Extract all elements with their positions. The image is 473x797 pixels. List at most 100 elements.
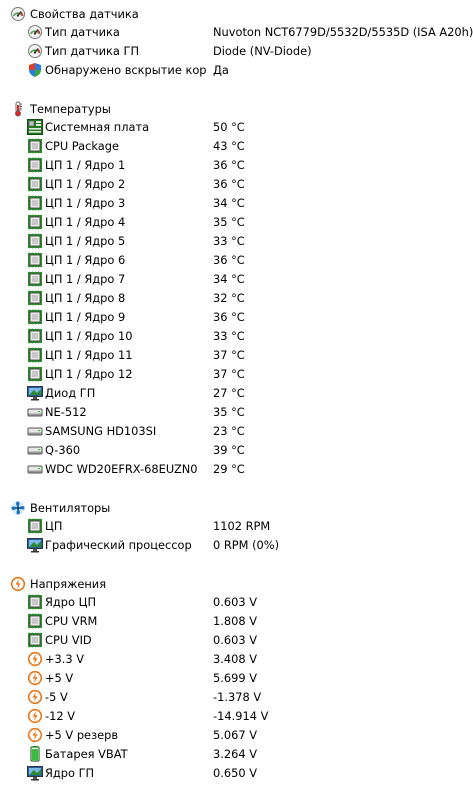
sensor-row[interactable]: ЦП 1 / Ядро 1 36 °C xyxy=(0,156,473,175)
sensor-name: ЦП 1 / Ядро 7 xyxy=(45,272,126,286)
sensor-value: 36 °C xyxy=(213,158,245,172)
sensor-name: ЦП 1 / Ядро 2 xyxy=(45,177,126,191)
sensor-row[interactable]: Графический процессор 0 RPM (0%) xyxy=(0,536,473,555)
sensor-value: 33 °C xyxy=(213,329,245,343)
group-header[interactable]: Свойства датчика xyxy=(0,4,473,23)
chip-icon xyxy=(27,290,43,306)
group-header[interactable]: Вентиляторы xyxy=(0,498,473,517)
sensor-value: 37 °C xyxy=(213,367,245,381)
sensor-row[interactable]: ЦП 1102 RPM xyxy=(0,517,473,536)
gauge-icon xyxy=(10,6,26,22)
sensor-value: 0.603 V xyxy=(213,633,258,647)
sensor-row[interactable]: Батарея VBAT 3.264 V xyxy=(0,745,473,764)
gauge-icon xyxy=(27,24,43,40)
sensor-row[interactable]: +5 V 5.699 V xyxy=(0,669,473,688)
voltage-icon xyxy=(27,708,43,724)
sensor-value: 32 °C xyxy=(213,291,245,305)
chip-icon xyxy=(27,176,43,192)
sensor-row[interactable]: CPU Package 43 °C xyxy=(0,137,473,156)
chip-icon xyxy=(27,328,43,344)
drive-icon xyxy=(27,461,43,477)
shield-icon xyxy=(27,62,43,78)
sensor-row[interactable]: -12 V -14.914 V xyxy=(0,707,473,726)
thermometer-icon xyxy=(10,101,26,117)
voltage-icon xyxy=(27,670,43,686)
sensor-value: 33 °C xyxy=(213,234,245,248)
sensor-row[interactable]: WDC WD20EFRX-68EUZN0 29 °C xyxy=(0,460,473,479)
monitor-icon xyxy=(27,385,43,401)
sensor-name: Обнаружено вскрытие кор... xyxy=(45,63,207,77)
sensor-row[interactable]: NE-512 35 °C xyxy=(0,403,473,422)
sensor-row[interactable]: +3.3 V 3.408 V xyxy=(0,650,473,669)
sensor-row[interactable]: ЦП 1 / Ядро 9 36 °C xyxy=(0,308,473,327)
sensor-row[interactable]: ЦП 1 / Ядро 12 37 °C xyxy=(0,365,473,384)
sensor-value: 3.264 V xyxy=(213,747,258,761)
group-header[interactable]: Напряжения xyxy=(0,574,473,593)
sensor-row[interactable]: CPU VRM 1.808 V xyxy=(0,612,473,631)
sensor-row[interactable]: Системная плата 50 °C xyxy=(0,118,473,137)
sensor-row[interactable]: ЦП 1 / Ядро 7 34 °C xyxy=(0,270,473,289)
sensor-value: 37 °C xyxy=(213,348,245,362)
monitor-icon xyxy=(27,537,43,553)
sensor-value: 34 °C xyxy=(213,196,245,210)
sensor-row[interactable]: ЦП 1 / Ядро 2 36 °C xyxy=(0,175,473,194)
chip-icon xyxy=(27,366,43,382)
drive-icon xyxy=(27,442,43,458)
sensor-row[interactable]: ЦП 1 / Ядро 10 33 °C xyxy=(0,327,473,346)
voltage-icon xyxy=(27,651,43,667)
sensor-row[interactable]: +5 V резерв 5.067 V xyxy=(0,726,473,745)
sensor-name: CPU Package xyxy=(45,139,119,153)
sensor-value: 1102 RPM xyxy=(213,519,271,533)
sensor-name: ЦП xyxy=(45,519,63,533)
sensor-name: Тип датчика xyxy=(45,25,120,39)
sensor-value: 0.603 V xyxy=(213,595,258,609)
sensor-row[interactable]: Тип датчика Nuvoton NCT6779D/5532D/5535D … xyxy=(0,23,473,42)
sensor-value: 35 °C xyxy=(213,405,245,419)
sensor-row[interactable]: ЦП 1 / Ядро 4 35 °C xyxy=(0,213,473,232)
sensor-value: -1.378 V xyxy=(213,690,262,704)
sensor-row[interactable]: Обнаружено вскрытие кор... Да xyxy=(0,61,473,80)
sensor-row[interactable]: Тип датчика ГП Diode (NV-Diode) xyxy=(0,42,473,61)
sensor-name: WDC WD20EFRX-68EUZN0 xyxy=(45,462,198,476)
sensor-name: SAMSUNG HD103SI xyxy=(45,424,157,438)
motherboard-icon xyxy=(27,119,43,135)
sensor-row[interactable]: Ядро ЦП 0.603 V xyxy=(0,593,473,612)
sensor-name: Диод ГП xyxy=(45,386,96,400)
sensor-name: ЦП 1 / Ядро 3 xyxy=(45,196,126,210)
sensor-name: Системная плата xyxy=(45,120,150,134)
sensor-value: 34 °C xyxy=(213,272,245,286)
sensor-name: ЦП 1 / Ядро 11 xyxy=(45,348,133,362)
sensor-row[interactable]: ЦП 1 / Ядро 6 36 °C xyxy=(0,251,473,270)
chip-icon xyxy=(27,214,43,230)
sensor-row[interactable]: ЦП 1 / Ядро 11 37 °C xyxy=(0,346,473,365)
sensor-name: -5 V xyxy=(45,690,68,704)
sensor-value: 43 °C xyxy=(213,139,245,153)
sensor-value: 36 °C xyxy=(213,177,245,191)
sensor-row[interactable]: Ядро ГП 0.650 V xyxy=(0,764,473,783)
sensor-name: Ядро ЦП xyxy=(45,595,97,609)
sensor-row[interactable]: ЦП 1 / Ядро 3 34 °C xyxy=(0,194,473,213)
sensor-row[interactable]: ЦП 1 / Ядро 8 32 °C xyxy=(0,289,473,308)
monitor-icon xyxy=(27,765,43,781)
group-title: Свойства датчика xyxy=(30,7,139,21)
gauge-icon xyxy=(27,43,43,59)
sensor-row[interactable]: Q-360 39 °C xyxy=(0,441,473,460)
chip-icon xyxy=(27,195,43,211)
sensor-row[interactable]: CPU VID 0.603 V xyxy=(0,631,473,650)
sensor-name: ЦП 1 / Ядро 6 xyxy=(45,253,126,267)
sensor-row[interactable]: ЦП 1 / Ядро 5 33 °C xyxy=(0,232,473,251)
sensor-row[interactable]: Диод ГП 27 °C xyxy=(0,384,473,403)
group-header[interactable]: Температуры xyxy=(0,99,473,118)
chip-icon xyxy=(27,613,43,629)
sensor-name: CPU VRM xyxy=(45,614,98,628)
chip-icon xyxy=(27,138,43,154)
sensor-row[interactable]: SAMSUNG HD103SI 23 °C xyxy=(0,422,473,441)
sensor-row[interactable]: -5 V -1.378 V xyxy=(0,688,473,707)
sensor-name: Графический процессор xyxy=(45,538,192,552)
sensor-name: ЦП 1 / Ядро 4 xyxy=(45,215,126,229)
sensor-value: Diode (NV-Diode) xyxy=(213,44,312,58)
sensor-name: ЦП 1 / Ядро 1 xyxy=(45,158,126,172)
sensor-name: ЦП 1 / Ядро 5 xyxy=(45,234,126,248)
sensor-value: 3.408 V xyxy=(213,652,258,666)
sensor-name: ЦП 1 / Ядро 10 xyxy=(45,329,133,343)
